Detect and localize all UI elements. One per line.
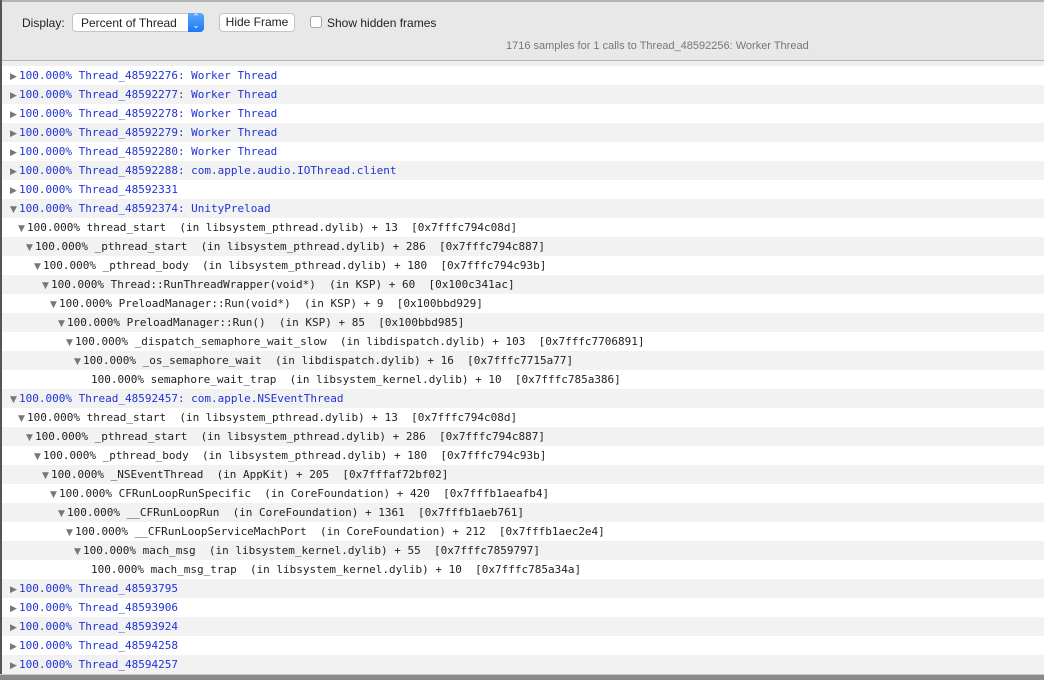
window-left-border [0, 0, 2, 679]
thread-row[interactable]: ▶ 100.000% Thread_48592288: com.apple.aud… [2, 161, 1044, 180]
row-text: 100.000% Thread_48592278: Worker Thread [19, 107, 278, 120]
popup-stepper-icon: ⌃ ⌄ [188, 13, 204, 32]
display-label: Display: [22, 16, 65, 30]
row-text: 100.000% Thread::RunThreadWrapper(void*)… [51, 278, 515, 291]
frame-row[interactable]: ▼ 100.000% thread_start (in libsystem_pth… [2, 218, 1044, 237]
thread-row[interactable]: ▶ 100.000% Thread_48592278: Worker Thread [2, 104, 1044, 123]
row-text: 100.000% Thread_48593795 [19, 582, 178, 595]
row-text: 100.000% Thread_48592331 [19, 183, 178, 196]
row-text: 100.000% CFRunLoopRunSpecific (in CoreFo… [59, 487, 550, 500]
frame-row[interactable]: ▼ 100.000% _pthread_body (in libsystem_pt… [2, 256, 1044, 275]
thread-row[interactable]: ▶ 100.000% Thread_48592276: Worker Thread [2, 66, 1044, 85]
row-text: 100.000% Thread_48592279: Worker Thread [19, 126, 278, 139]
row-text: 100.000% _pthread_start (in libsystem_pt… [35, 430, 545, 443]
thread-row[interactable]: ▶ 100.000% Thread_48594257 [2, 655, 1044, 674]
row-text: 100.000% __CFRunLoopServiceMachPort (in … [75, 525, 605, 538]
show-hidden-frames-checkbox[interactable] [310, 16, 322, 28]
row-text: 100.000% __CFRunLoopRun (in CoreFoundati… [67, 506, 524, 519]
thread-row[interactable]: ▶ 100.000% Thread_48593795 [2, 579, 1044, 598]
row-text: 100.000% Thread_48593906 [19, 601, 178, 614]
frame-row[interactable]: ▼ 100.000% __CFRunLoopRun (in CoreFoundat… [2, 503, 1044, 522]
sample-summary: 1716 samples for 1 calls to Thread_48592… [506, 40, 809, 52]
row-text: 100.000% _NSEventThread (in AppKit) + 20… [51, 468, 449, 481]
frame-row[interactable]: ▼ 100.000% _pthread_body (in libsystem_pt… [2, 446, 1044, 465]
row-text: 100.000% Thread_48594257 [19, 658, 178, 671]
frame-row[interactable]: ▼ 100.000% _dispatch_semaphore_wait_slow … [2, 332, 1044, 351]
hide-frame-button[interactable]: Hide Frame [219, 13, 295, 32]
thread-row[interactable]: ▶ 100.000% Thread_48593924 [2, 617, 1044, 636]
frame-row[interactable]: ▼ 100.000% Thread::RunThreadWrapper(void*… [2, 275, 1044, 294]
thread-row[interactable]: ▶ 100.000% Thread_48592280: Worker Thread [2, 142, 1044, 161]
row-text: 100.000% Thread_48592276: Worker Thread [19, 69, 278, 82]
row-text: 100.000% _dispatch_semaphore_wait_slow (… [75, 335, 645, 348]
frame-row[interactable]: ▼ 100.000% thread_start (in libsystem_pth… [2, 408, 1044, 427]
thread-row[interactable]: ▼ 100.000% Thread_48592374: UnityPreload [2, 199, 1044, 218]
row-text: 100.000% thread_start (in libsystem_pthr… [27, 221, 518, 234]
row-text: 100.000% thread_start (in libsystem_pthr… [27, 411, 518, 424]
row-text: 100.000% Thread_48592288: com.apple.audi… [19, 164, 397, 177]
frame-row[interactable]: ▼ 100.000% _os_semaphore_wait (in libdisp… [2, 351, 1044, 370]
row-text: 100.000% _os_semaphore_wait (in libdispa… [83, 354, 574, 367]
frame-row[interactable]: ▼ 100.000% PreloadManager::Run() (in KSP)… [2, 313, 1044, 332]
frame-row[interactable]: ▼ 100.000% mach_msg (in libsystem_kernel.… [2, 541, 1044, 560]
frame-row[interactable]: 100.000% semaphore_wait_trap (in libsyst… [2, 370, 1044, 389]
row-text: 100.000% Thread_48592457: com.apple.NSEv… [19, 392, 344, 405]
frame-row[interactable]: ▼ 100.000% PreloadManager::Run(void*) (in… [2, 294, 1044, 313]
frame-row[interactable]: 100.000% mach_msg_trap (in libsystem_ker… [2, 560, 1044, 579]
frame-row[interactable]: ▼ 100.000% CFRunLoopRunSpecific (in CoreF… [2, 484, 1044, 503]
row-text: 100.000% mach_msg_trap (in libsystem_ker… [91, 563, 582, 576]
call-tree: ▶ 100.000% Thread_48592276: Worker Thread… [2, 66, 1044, 674]
window-bottom-border [0, 674, 1044, 680]
thread-row[interactable]: ▶ 100.000% Thread_48592277: Worker Thread [2, 85, 1044, 104]
row-text: 100.000% semaphore_wait_trap (in libsyst… [91, 373, 621, 386]
frame-row[interactable]: ▼ 100.000% __CFRunLoopServiceMachPort (in… [2, 522, 1044, 541]
row-text: 100.000% _pthread_body (in libsystem_pth… [43, 259, 547, 272]
thread-row[interactable]: ▶ 100.000% Thread_48592279: Worker Thread [2, 123, 1044, 142]
row-text: 100.000% PreloadManager::Run() (in KSP) … [67, 316, 465, 329]
thread-row[interactable]: ▶ 100.000% Thread_48594258 [2, 636, 1044, 655]
thread-row[interactable]: ▼ 100.000% Thread_48592457: com.apple.NSE… [2, 389, 1044, 408]
frame-row[interactable]: ▼ 100.000% _pthread_start (in libsystem_p… [2, 427, 1044, 446]
frame-row[interactable]: ▼ 100.000% _NSEventThread (in AppKit) + 2… [2, 465, 1044, 484]
thread-row[interactable]: ▶ 100.000% Thread_48592331 [2, 180, 1044, 199]
display-popup[interactable]: Percent of Thread ⌃ ⌄ [72, 13, 204, 32]
row-text: 100.000% Thread_48594258 [19, 639, 178, 652]
row-text: 100.000% _pthread_start (in libsystem_pt… [35, 240, 545, 253]
frame-row[interactable]: ▼ 100.000% _pthread_start (in libsystem_p… [2, 237, 1044, 256]
row-text: 100.000% Thread_48593924 [19, 620, 178, 633]
row-text: 100.000% Thread_48592280: Worker Thread [19, 145, 278, 158]
display-popup-value: Percent of Thread [81, 16, 177, 30]
row-text: 100.000% Thread_48592277: Worker Thread [19, 88, 278, 101]
toolbar: Display: Percent of Thread ⌃ ⌄ Hide Frame… [2, 2, 1044, 61]
row-text: 100.000% mach_msg (in libsystem_kernel.d… [83, 544, 540, 557]
row-text: 100.000% PreloadManager::Run(void*) (in … [59, 297, 483, 310]
thread-row[interactable]: ▶ 100.000% Thread_48593906 [2, 598, 1044, 617]
row-text: 100.000% Thread_48592374: UnityPreload [19, 202, 271, 215]
row-text: 100.000% _pthread_body (in libsystem_pth… [43, 449, 547, 462]
show-hidden-frames-label[interactable]: Show hidden frames [327, 16, 436, 30]
